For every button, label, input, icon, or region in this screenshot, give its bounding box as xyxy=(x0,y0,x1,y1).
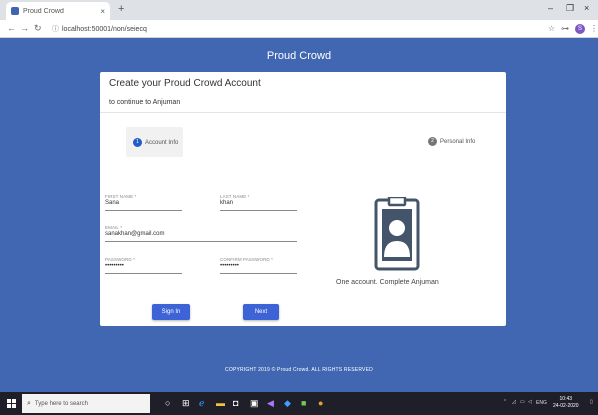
field-underline xyxy=(220,210,297,211)
email-label: EMAIL * xyxy=(105,225,123,230)
edge-icon[interactable]: ℯ xyxy=(199,398,204,408)
field-underline xyxy=(105,241,297,242)
confirm-password-label: CONFIRM PASSWORD * xyxy=(220,257,273,262)
forward-icon[interactable]: → xyxy=(20,23,29,33)
new-tab-icon[interactable]: + xyxy=(118,3,124,15)
step-number: 1 xyxy=(133,138,142,147)
volume-icon[interactable]: ◁ xyxy=(528,399,532,405)
favicon-icon xyxy=(11,7,19,15)
first-name-value[interactable]: Sana xyxy=(105,200,182,208)
visual-studio-icon[interactable]: ◀ xyxy=(267,398,274,408)
url-text: localhost:50001/non/seiecq xyxy=(62,26,147,33)
field-underline xyxy=(105,210,182,211)
search-placeholder: Type here to search xyxy=(34,400,88,407)
password-label: PASSWORD * xyxy=(105,257,135,262)
search-icon: ⌕ xyxy=(27,399,31,407)
language-indicator[interactable]: ENG xyxy=(536,400,547,406)
window-close-icon[interactable]: × xyxy=(584,3,589,13)
bookmark-star-icon[interactable]: ☆ xyxy=(548,24,555,33)
extension-icon[interactable]: ⊶ xyxy=(561,24,569,33)
tab-title: Proud Crowd xyxy=(23,7,64,15)
card-subtitle: to continue to Anjuman xyxy=(109,99,181,106)
step-label: Personal Info xyxy=(440,138,476,145)
sign-in-button[interactable]: Sign In xyxy=(152,304,190,320)
back-icon[interactable]: ← xyxy=(7,23,16,33)
confirm-password-field[interactable]: CONFIRM PASSWORD * ••••••••• xyxy=(220,257,297,274)
task-view-icon[interactable]: ⊞ xyxy=(182,398,190,408)
store-icon[interactable]: ◘ xyxy=(233,398,238,408)
app-viewport: Proud Crowd Create your Proud Crowd Acco… xyxy=(0,38,598,392)
next-button[interactable]: Next xyxy=(243,304,279,320)
notification-icon[interactable]: ▯ xyxy=(590,399,593,405)
tab-close-icon[interactable]: × xyxy=(100,7,105,16)
signup-card: Create your Proud Crowd Account to conti… xyxy=(100,72,506,326)
taskbar-search-box[interactable]: ⌕ Type here to search xyxy=(22,394,150,413)
account-badge-icon xyxy=(374,197,420,271)
email-field[interactable]: EMAIL * sanakhan@gmail.com xyxy=(105,225,297,242)
last-name-label: LAST NAME * xyxy=(220,194,250,199)
app-header-title: Proud Crowd xyxy=(266,50,332,62)
field-underline xyxy=(220,273,297,274)
card-title: Create your Proud Crowd Account xyxy=(109,78,261,89)
step-account-info[interactable]: 1 Account Info xyxy=(133,138,178,147)
file-explorer-icon[interactable]: ▬ xyxy=(216,398,225,408)
windows-taskbar: ⌕ Type here to search ○ ⊞ ℯ ▬ ◘ ▣ ◀ ◆ ■ … xyxy=(0,392,598,415)
password-value[interactable]: ••••••••• xyxy=(105,263,182,271)
card-divider xyxy=(100,112,506,113)
chrome-icon[interactable]: ● xyxy=(318,398,323,408)
address-bar: ← → ↻ ⓘ localhost:50001/non/seiecq ☆ ⊶ S … xyxy=(0,20,598,38)
app-icon[interactable]: ■ xyxy=(301,398,306,408)
email-value[interactable]: sanakhan@gmail.com xyxy=(105,231,297,239)
maximize-icon[interactable]: ❐ xyxy=(566,3,574,14)
browser-tab-strip: Proud Crowd × + – ❐ × xyxy=(0,0,598,20)
browser-tab[interactable]: Proud Crowd × xyxy=(6,2,110,20)
tray-chevron-icon[interactable]: ⌃ xyxy=(503,399,507,405)
last-name-field[interactable]: LAST NAME * khan xyxy=(220,194,297,211)
info-icon: ⓘ xyxy=(52,26,59,33)
password-field[interactable]: PASSWORD * ••••••••• xyxy=(105,257,182,274)
first-name-field[interactable]: FIRST NAME * Sana xyxy=(105,194,182,211)
profile-avatar[interactable]: S xyxy=(575,24,585,34)
last-name-value[interactable]: khan xyxy=(220,200,297,208)
cortana-icon[interactable]: ○ xyxy=(165,398,170,408)
clock-date: 24-02-2020 xyxy=(553,403,579,409)
clock-time: 10:43 xyxy=(559,396,573,402)
minimize-icon[interactable]: – xyxy=(548,3,553,13)
step-number: 2 xyxy=(428,137,437,146)
copyright-footer: COPYRIGHT 2019 © Proud Crowd. ALL RIGHTS… xyxy=(225,367,373,373)
url-field[interactable]: ⓘ localhost:50001/non/seiecq xyxy=(52,24,147,34)
vscode-icon[interactable]: ◆ xyxy=(284,398,291,408)
battery-icon[interactable]: ▭ xyxy=(520,399,525,405)
confirm-password-value[interactable]: ••••••••• xyxy=(220,263,297,271)
step-label: Account Info xyxy=(145,139,179,146)
windows-start-icon[interactable] xyxy=(7,399,16,408)
field-underline xyxy=(105,273,182,274)
clock[interactable]: 10:43 24-02-2020 xyxy=(553,396,579,410)
menu-icon[interactable]: ⋮ xyxy=(590,24,598,33)
tagline: One account. Complete Anjuman xyxy=(336,279,439,286)
step-personal-info[interactable]: 2 Personal Info xyxy=(428,137,475,146)
mail-icon[interactable]: ▣ xyxy=(250,398,259,408)
first-name-label: FIRST NAME * xyxy=(105,194,137,199)
reload-icon[interactable]: ↻ xyxy=(34,23,42,34)
network-icon[interactable]: ◿ xyxy=(512,399,516,405)
